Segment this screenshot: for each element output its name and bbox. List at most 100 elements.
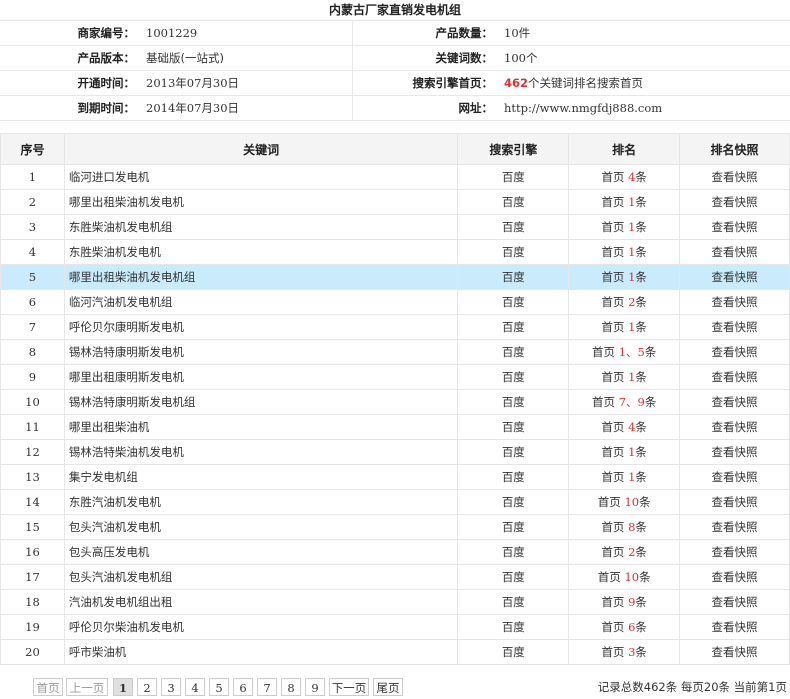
rank-prefix: 首页 [597, 495, 621, 509]
page-button-6[interactable]: 6 [233, 678, 253, 696]
rank-suffix: 条 [635, 420, 647, 434]
view-snapshot-link[interactable]: 查看快照 [712, 420, 758, 434]
first-page-button[interactable]: 首页 [33, 678, 63, 696]
row-engine: 百度 [457, 389, 570, 415]
row-engine: 百度 [457, 414, 570, 440]
row-index: 3 [0, 214, 65, 240]
page-button-9[interactable]: 9 [305, 678, 325, 696]
view-snapshot-link[interactable]: 查看快照 [712, 570, 758, 584]
row-keyword: 呼伦贝尔柴油机发电机 [63, 614, 459, 640]
view-snapshot-link[interactable]: 查看快照 [712, 345, 758, 359]
row-engine: 百度 [457, 189, 570, 215]
table-row: 14 东胜汽油机发电机 百度 首页 10条 查看快照 [0, 489, 790, 515]
page-button-3[interactable]: 3 [161, 678, 181, 696]
row-rank: 首页 1条 [568, 189, 681, 215]
view-snapshot-link[interactable]: 查看快照 [712, 370, 758, 384]
row-snapshot: 查看快照 [679, 214, 790, 240]
view-snapshot-link[interactable]: 查看快照 [712, 245, 758, 259]
expire-time-label: 到期时间： [0, 95, 141, 121]
rank-prefix: 首页 [601, 620, 625, 634]
info-row: 商家编号： 1001229 产品数量： 10件 [0, 21, 790, 46]
row-keyword: 哪里出租柴油机 [63, 414, 459, 440]
view-snapshot-link[interactable]: 查看快照 [712, 195, 758, 209]
view-snapshot-link[interactable]: 查看快照 [712, 295, 758, 309]
rank-number: 10 [624, 495, 640, 509]
row-index: 9 [0, 364, 65, 390]
rank-prefix: 首页 [601, 270, 625, 284]
row-index: 5 [0, 264, 65, 290]
row-snapshot: 查看快照 [679, 514, 790, 540]
view-snapshot-link[interactable]: 查看快照 [712, 170, 758, 184]
page-button-7[interactable]: 7 [257, 678, 277, 696]
view-snapshot-link[interactable]: 查看快照 [712, 520, 758, 534]
row-engine: 百度 [457, 314, 570, 340]
view-snapshot-link[interactable]: 查看快照 [712, 220, 758, 234]
row-index: 1 [0, 164, 65, 190]
rank-suffix: 条 [635, 520, 647, 534]
keyword-ranking-table: 序号 关键词 搜索引擎 排名 排名快照 1 临河进口发电机 百度 首页 4条 查看快照 2… [0, 133, 790, 665]
col-header-rank: 排名 [568, 133, 681, 165]
url-value[interactable]: http://www.nmgfdj888.com [499, 95, 790, 121]
table-header-row: 序号 关键词 搜索引擎 排名 排名快照 [0, 133, 790, 165]
prev-page-button[interactable]: 上一页 [66, 678, 108, 696]
view-snapshot-link[interactable]: 查看快照 [712, 620, 758, 634]
row-keyword: 锡林浩特康明斯发电机组 [63, 389, 459, 415]
row-keyword: 东胜柴油机发电机组 [63, 214, 459, 240]
view-snapshot-link[interactable]: 查看快照 [712, 645, 758, 659]
version-label: 产品版本： [0, 45, 141, 71]
table-body: 1 临河进口发电机 百度 首页 4条 查看快照 2 哪里出租柴油机发电机 百度 首页 1条 查看快… [0, 164, 790, 665]
last-page-button[interactable]: 尾页 [373, 678, 403, 696]
engine-home-text: 个关键词排名搜索首页 [528, 76, 644, 90]
rank-suffix: 条 [644, 345, 657, 359]
row-snapshot: 查看快照 [679, 314, 790, 340]
table-row: 9 哪里出租康明斯发电机 百度 首页 1条 查看快照 [0, 364, 790, 390]
page-button-1[interactable]: 1 [113, 678, 133, 696]
row-index: 18 [0, 589, 65, 615]
row-index: 15 [0, 514, 65, 540]
rank-prefix: 首页 [601, 445, 625, 459]
row-keyword: 集宁发电机组 [63, 464, 459, 490]
rank-suffix: 条 [639, 570, 651, 584]
page-button-2[interactable]: 2 [137, 678, 157, 696]
engine-home-count: 462 [504, 76, 529, 90]
row-engine: 百度 [457, 289, 570, 315]
row-index: 14 [0, 489, 65, 515]
row-engine: 百度 [457, 539, 570, 565]
row-snapshot: 查看快照 [679, 189, 790, 215]
next-page-button[interactable]: 下一页 [329, 678, 369, 696]
view-snapshot-link[interactable]: 查看快照 [712, 395, 758, 409]
row-snapshot: 查看快照 [679, 439, 790, 465]
rank-suffix: 条 [635, 470, 647, 484]
row-keyword: 呼伦贝尔康明斯发电机 [63, 314, 459, 340]
page-button-5[interactable]: 5 [209, 678, 229, 696]
view-snapshot-link[interactable]: 查看快照 [712, 545, 758, 559]
rank-prefix: 首页 [592, 345, 616, 359]
col-header-keyword: 关键词 [63, 133, 459, 165]
view-snapshot-link[interactable]: 查看快照 [712, 445, 758, 459]
row-engine: 百度 [457, 489, 570, 515]
row-keyword: 锡林浩特康明斯发电机 [63, 339, 459, 365]
col-header-engine: 搜索引擎 [457, 133, 570, 165]
page-button-8[interactable]: 8 [281, 678, 301, 696]
rank-suffix: 条 [639, 495, 651, 509]
view-snapshot-link[interactable]: 查看快照 [712, 270, 758, 284]
view-snapshot-link[interactable]: 查看快照 [712, 470, 758, 484]
row-engine: 百度 [457, 439, 570, 465]
view-snapshot-link[interactable]: 查看快照 [712, 595, 758, 609]
page-button-4[interactable]: 4 [185, 678, 205, 696]
row-snapshot: 查看快照 [679, 414, 790, 440]
view-snapshot-link[interactable]: 查看快照 [712, 495, 758, 509]
keyword-count-value: 100个 [499, 45, 790, 71]
row-rank: 首页 2条 [568, 539, 681, 565]
info-row: 产品版本： 基础版(一站式) 关键词数： 100个 [0, 45, 790, 71]
table-row: 19 呼伦贝尔柴油机发电机 百度 首页 6条 查看快照 [0, 614, 790, 640]
view-snapshot-link[interactable]: 查看快照 [712, 320, 758, 334]
version-value: 基础版(一站式) [141, 45, 352, 71]
rank-prefix: 首页 [601, 645, 625, 659]
rank-number: 7、9 [618, 395, 645, 409]
pagination-summary: 记录总数462条 每页20条 当前第1页 [597, 680, 787, 694]
row-keyword: 临河汽油机发电机组 [63, 289, 459, 315]
row-index: 6 [0, 289, 65, 315]
row-keyword: 东胜柴油机发电机 [63, 239, 459, 265]
